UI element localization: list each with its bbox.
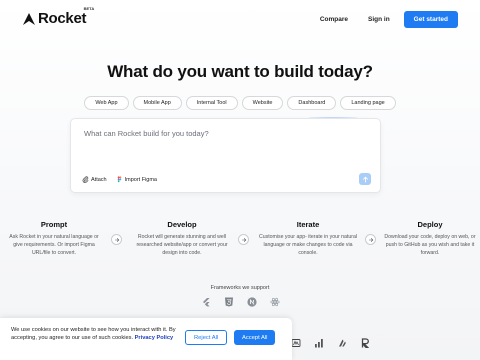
step-deploy: Deploy Download your code, deploy on web…: [380, 220, 480, 257]
nav-signin-link[interactable]: Sign in: [368, 16, 390, 23]
hero-title: What do you want to build today?: [107, 62, 373, 81]
rocket-logo[interactable]: Rocket BETA: [22, 6, 94, 27]
app-type-chips: Web App Mobile App Internal Tool Website…: [0, 96, 480, 110]
send-button[interactable]: [359, 173, 371, 185]
step-desc: Rocket will generate stunning and well r…: [136, 234, 228, 256]
reject-all-button[interactable]: Reject All: [185, 330, 228, 345]
chip-dashboard[interactable]: Dashboard: [287, 96, 337, 110]
cookie-banner: We use cookies on our website to see how…: [0, 318, 292, 360]
chip-web-app[interactable]: Web App: [84, 96, 129, 110]
chip-landing-page[interactable]: Landing page: [340, 96, 396, 110]
arrow-right-icon: [365, 234, 376, 245]
chip-internal-tool[interactable]: Internal Tool: [185, 96, 238, 110]
step-desc: Customise your app- iterate in your natu…: [258, 234, 358, 256]
beta-badge: BETA: [83, 6, 95, 11]
arrow-right-icon: [111, 234, 122, 245]
supabase-icon: [336, 337, 347, 348]
framework-icons: [0, 296, 480, 307]
arrow-right-icon: [238, 234, 249, 245]
step-iterate: Iterate Customise your app- iterate in y…: [258, 220, 358, 257]
get-started-button[interactable]: Get started: [403, 10, 458, 28]
chip-mobile-app[interactable]: Mobile App: [132, 96, 182, 110]
top-header: Rocket BETA Compare Sign in Get started: [0, 0, 480, 38]
how-it-works: Prompt Ask Rocket in your natural langua…: [0, 220, 480, 265]
prompt-input[interactable]: [84, 129, 364, 138]
attach-button[interactable]: Attach: [82, 176, 107, 183]
prompt-actions: Attach Import Figma: [82, 176, 157, 183]
header-nav: Compare Sign in Get started: [320, 10, 458, 28]
framework-icons-row2: [290, 337, 370, 348]
flutter-icon: [200, 296, 211, 307]
step-title: Deploy: [417, 220, 443, 229]
step-title: Prompt: [40, 220, 68, 229]
step-title: Iterate: [296, 220, 320, 229]
nav-compare-link[interactable]: Compare: [320, 16, 348, 23]
import-figma-button[interactable]: Import Figma: [116, 176, 157, 183]
nextjs-icon: [246, 296, 257, 307]
attach-label: Attach: [91, 176, 107, 183]
step-desc: Download your code, deploy on web, or pu…: [384, 234, 476, 256]
logo-text: Rocket: [38, 10, 87, 27]
rocket-logo-icon: [23, 13, 35, 25]
accept-all-button[interactable]: Accept All: [234, 330, 276, 345]
step-prompt: Prompt Ask Rocket in your natural langua…: [4, 220, 104, 257]
step-develop: Develop Rocket will generate stunning an…: [132, 220, 232, 257]
r-icon: [359, 337, 370, 348]
figma-icon: [117, 176, 121, 183]
prompt-card: Attach Import Figma: [70, 118, 381, 193]
chip-website[interactable]: Website: [241, 96, 284, 110]
paperclip-icon: [82, 176, 89, 183]
html5-icon: [223, 296, 234, 307]
import-figma-label: Import Figma: [124, 176, 157, 183]
privacy-policy-link[interactable]: Privacy Policy: [135, 335, 174, 341]
step-desc: Ask Rocket in your natural language or g…: [9, 234, 99, 256]
step-title: Develop: [167, 220, 197, 229]
react-icon: [269, 296, 280, 307]
frameworks-label: Frameworks we support: [210, 285, 270, 291]
chart-icon: [313, 337, 324, 348]
arrow-up-icon: [362, 176, 368, 182]
cookie-message: We use cookies on our website to see how…: [11, 326, 176, 342]
